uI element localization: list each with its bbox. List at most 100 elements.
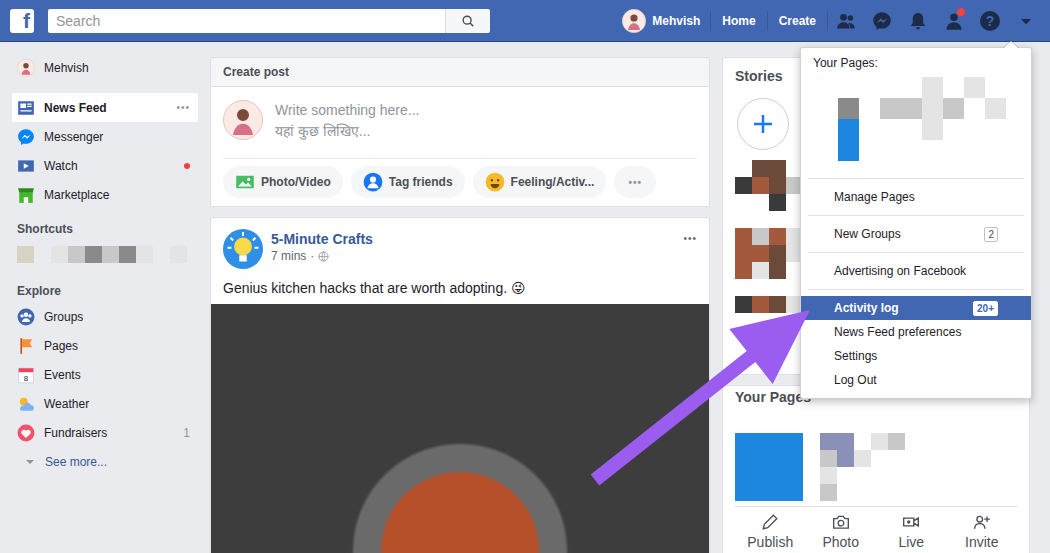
blurred-shortcuts [17, 246, 198, 263]
post-actions: Photo/VideoTag friendsFeeling/Activ...••… [223, 158, 697, 206]
menu-item-label: Advertising on Facebook [834, 264, 966, 278]
caret-down-icon [25, 457, 35, 467]
sidebar-label: Weather [44, 397, 89, 411]
blurred-pages [838, 77, 1031, 161]
smiley-icon [485, 172, 505, 192]
divider [827, 11, 828, 31]
post-action-button[interactable]: Feeling/Activ... [473, 166, 607, 198]
more-button[interactable]: ••• [176, 102, 190, 113]
divider [710, 11, 711, 31]
sidebar-profile-name: Mehvish [44, 61, 89, 75]
post-card: 5-Minute Crafts7 mins· ••• Genius kitchen … [210, 217, 710, 553]
menu-item[interactable]: Log Out [801, 368, 1031, 392]
heart-icon [17, 424, 35, 442]
post-time[interactable]: 7 mins· [271, 247, 373, 265]
post-action-button[interactable]: Tag friends [351, 166, 465, 198]
avatar-icon [223, 100, 263, 140]
menu-item[interactable]: Settings [801, 344, 1031, 368]
menu-item-label: Log Out [834, 373, 877, 387]
menu-separator [808, 178, 1024, 179]
magnifier-icon [461, 14, 475, 28]
menu-separator [808, 215, 1024, 216]
flag-icon [17, 337, 35, 355]
search-bar: Search [48, 9, 490, 33]
friends-icon [836, 11, 856, 31]
top-icon-button[interactable] [900, 0, 936, 42]
sidebar-item[interactable]: Weather [12, 389, 198, 418]
new-content-dot [184, 163, 190, 169]
menu-item-label: Activity log [834, 301, 899, 315]
menu-item[interactable]: Manage Pages [801, 185, 1031, 209]
tag-person-icon [363, 172, 383, 192]
see-more-link[interactable]: See more... [12, 447, 198, 476]
sidebar-label: Marketplace [44, 188, 109, 202]
search-placeholder: Search [56, 13, 100, 29]
top-icon-button[interactable] [828, 0, 864, 42]
menu-item[interactable]: New Groups2 [801, 222, 1031, 246]
avatar-icon [17, 59, 35, 77]
avatar-icon [622, 9, 646, 33]
page-action-button[interactable]: Photo [806, 513, 877, 551]
sidebar-label: Events [44, 368, 81, 382]
menu-item-label: Manage Pages [834, 190, 915, 204]
sidebar-item[interactable]: Pages [12, 331, 198, 360]
lightbulb-avatar-icon[interactable] [223, 229, 263, 269]
watch-icon [17, 157, 35, 175]
groups-icon [17, 308, 35, 326]
account-dropdown-menu: Your Pages:Manage PagesNew Groups2Advert… [800, 47, 1032, 399]
search-button[interactable] [445, 9, 490, 33]
sidebar-label: Messenger [44, 130, 103, 144]
create-post-card: Create postWrite something here...यहां क… [210, 57, 710, 207]
post-action-button[interactable]: Photo/Video [223, 166, 343, 198]
menu-item[interactable]: Advertising on Facebook [801, 259, 1031, 283]
menu-item[interactable]: News Feed preferences [801, 320, 1031, 344]
menu-separator [808, 289, 1024, 290]
sidebar-item[interactable]: Watch [12, 151, 198, 180]
search-field[interactable]: Search [48, 9, 445, 33]
top-bar: f Search Mehvish HomeCreate? [0, 0, 1050, 42]
sidebar-item[interactable]: Marketplace [12, 180, 198, 209]
sidebar-item[interactable]: News Feed••• [12, 93, 198, 122]
post-video[interactable] [211, 304, 709, 553]
post-text: Genius kitchen hacks that are worth adop… [211, 269, 709, 304]
sidebar-label: Pages [44, 339, 78, 353]
more-actions-button[interactable]: ••• [614, 166, 656, 198]
nav-link[interactable]: Home [711, 14, 766, 28]
nav-link[interactable]: Create [768, 14, 827, 28]
friend-requests-button[interactable] [936, 0, 972, 42]
menu-item-label: News Feed preferences [834, 325, 961, 339]
page-action-button[interactable]: Invite [947, 513, 1018, 551]
sidebar-profile[interactable]: Mehvish [12, 57, 198, 79]
add-story-icon[interactable] [737, 98, 789, 150]
globe-icon [318, 251, 329, 262]
post-options-button[interactable]: ••• [683, 229, 697, 244]
page-action-button[interactable]: Live [876, 513, 947, 551]
top-icon-button[interactable] [864, 0, 900, 42]
menu-item-count: 2 [984, 227, 998, 242]
sidebar-item[interactable]: 8Events [12, 360, 198, 389]
sidebar-item[interactable]: Messenger [12, 122, 198, 151]
news-feed: Create postWrite something here...यहां क… [210, 57, 710, 553]
facebook-logo[interactable]: f [10, 9, 34, 33]
sidebar-label: Watch [44, 159, 78, 173]
sidebar-item[interactable]: Groups [12, 302, 198, 331]
marketplace-icon [17, 186, 35, 204]
menu-item[interactable]: Activity log 20+ [801, 296, 1031, 320]
menu-item-count: 20+ [973, 301, 998, 316]
post-input[interactable]: Write something here...यहां कुछ लिखिए... [211, 87, 709, 158]
section-title: Explore [12, 282, 198, 300]
caret-down-icon [1018, 13, 1034, 29]
create-post-header: Create post [211, 58, 709, 87]
photo-icon [235, 172, 255, 192]
page-action-button[interactable]: Publish [735, 513, 806, 551]
account-menu-button[interactable] [1008, 0, 1044, 42]
sidebar-label: Groups [44, 310, 83, 324]
page-actions: PublishPhotoLiveInvite [735, 506, 1017, 553]
menu-item-label: Settings [834, 349, 877, 363]
profile-name: Mehvish [652, 14, 700, 28]
add-person-icon [973, 513, 991, 531]
help-button[interactable]: ? [972, 0, 1008, 42]
sidebar-item[interactable]: Fundraisers1 [12, 418, 198, 447]
profile-link[interactable]: Mehvish [618, 9, 710, 33]
post-author[interactable]: 5-Minute Crafts [271, 231, 373, 247]
